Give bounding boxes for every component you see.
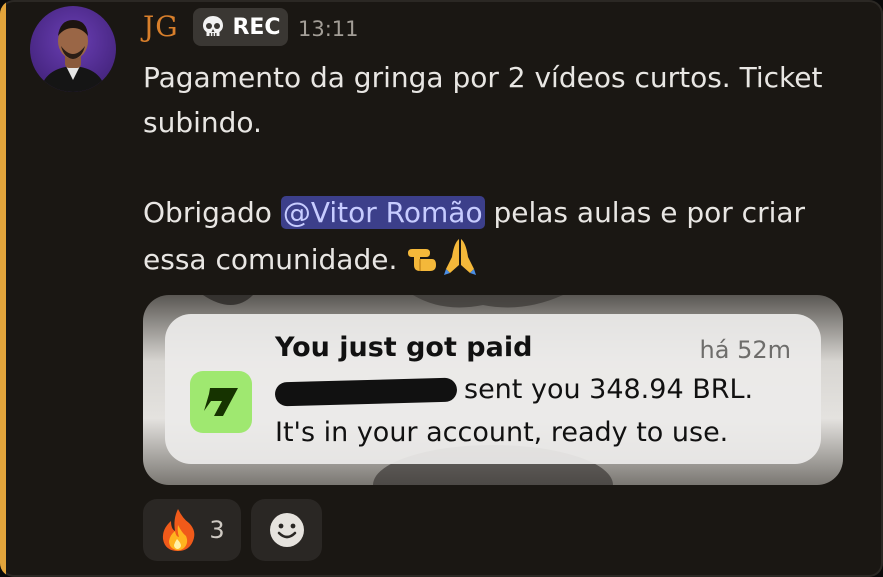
add-reaction-button[interactable] <box>251 499 322 561</box>
wise-app-icon <box>190 371 252 433</box>
avatar-portrait <box>40 20 106 92</box>
wise-logo-icon <box>204 388 238 416</box>
message-paragraph: Pagamento da gringa por 2 vídeos curtos.… <box>143 61 823 139</box>
skull-icon <box>203 16 224 36</box>
user-mention[interactable]: @Vitor Romão <box>280 196 485 229</box>
pointing-hand-icon <box>408 249 437 271</box>
image-attachment[interactable]: You just got paid há 52m sent you 348.94… <box>143 295 843 485</box>
message-text: Obrigado <box>143 196 281 229</box>
notification-time: há 52m <box>699 336 791 364</box>
message-body: Pagamento da gringa por 2 vídeos curtos.… <box>143 55 863 282</box>
chat-message-frame: JG REC 13:11 Pagamento da gringa por 2 v… <box>0 0 883 577</box>
folded-hands-icon <box>444 239 477 275</box>
notification-title: You just got paid <box>275 332 533 363</box>
notification-body-text: It's in your account, ready to use. <box>275 417 729 448</box>
message-paragraph: Obrigado @Vitor Romão pelas aulas e por … <box>143 190 863 282</box>
message-timestamp[interactable]: 13:11 <box>298 17 359 41</box>
fire-icon <box>163 509 195 551</box>
notification-amount-text: sent you 348.94 BRL. <box>464 374 754 405</box>
role-badge: REC <box>193 8 288 46</box>
reaction-fire[interactable]: 3 <box>143 499 241 561</box>
smiley-icon <box>269 513 304 547</box>
avatar[interactable] <box>30 6 116 92</box>
redacted-sender <box>274 377 458 407</box>
highlight-bar <box>0 0 6 577</box>
reaction-count: 3 <box>209 516 225 544</box>
badge-label: REC <box>232 14 281 40</box>
author-name[interactable]: JG <box>143 10 179 43</box>
payment-notification: You just got paid há 52m sent you 348.94… <box>165 314 821 464</box>
